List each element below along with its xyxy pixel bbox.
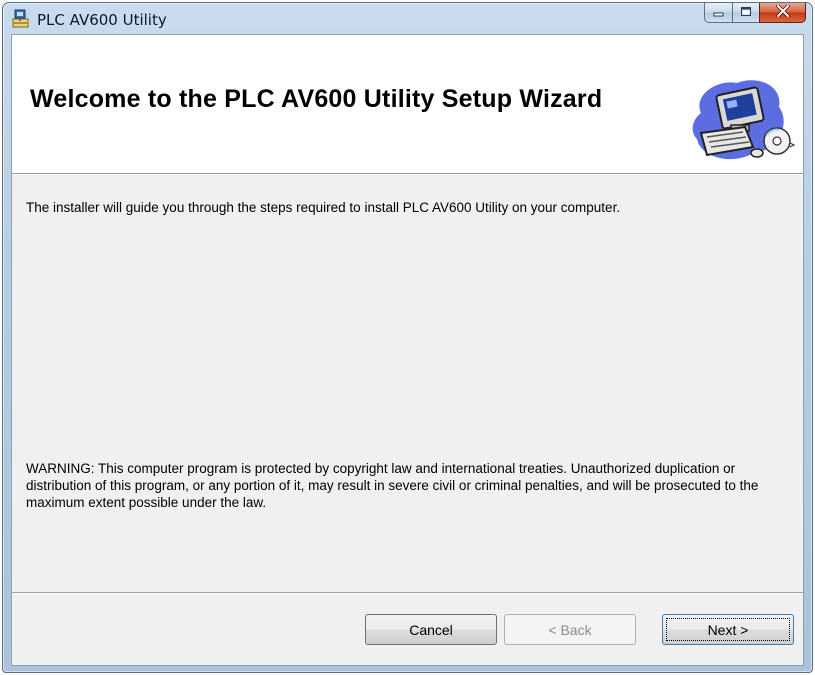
maximize-icon	[740, 4, 752, 22]
computer-cd-graphic	[687, 73, 796, 165]
close-button[interactable]	[759, 3, 806, 23]
title-bar[interactable]: PLC AV600 Utility	[3, 3, 812, 35]
next-button-label: Next >	[707, 621, 749, 638]
window-title: PLC AV600 Utility	[37, 11, 167, 29]
minimize-button[interactable]	[704, 3, 732, 23]
cancel-button[interactable]: Cancel	[365, 614, 497, 645]
cancel-button-label: Cancel	[409, 621, 453, 638]
wizard-client-area: Welcome to the PLC AV600 Utility Setup W…	[11, 34, 804, 666]
wizard-banner: Welcome to the PLC AV600 Utility Setup W…	[12, 35, 803, 175]
caption-buttons	[704, 3, 806, 23]
installer-window: PLC AV600 Utility Welcome to the PLC AV6…	[2, 2, 813, 673]
intro-text: The installer will guide you through the…	[26, 200, 621, 215]
footer-divider	[12, 592, 803, 594]
installer-icon	[11, 9, 31, 29]
minimize-icon	[713, 4, 725, 22]
copyright-warning: WARNING: This computer program is protec…	[26, 461, 759, 510]
close-icon	[775, 3, 790, 22]
next-button[interactable]: Next >	[662, 614, 794, 645]
back-button-label: < Back	[548, 621, 592, 638]
wizard-title: Welcome to the PLC AV600 Utility Setup W…	[30, 85, 603, 113]
back-button[interactable]: < Back	[504, 614, 636, 645]
maximize-button[interactable]	[732, 3, 759, 23]
